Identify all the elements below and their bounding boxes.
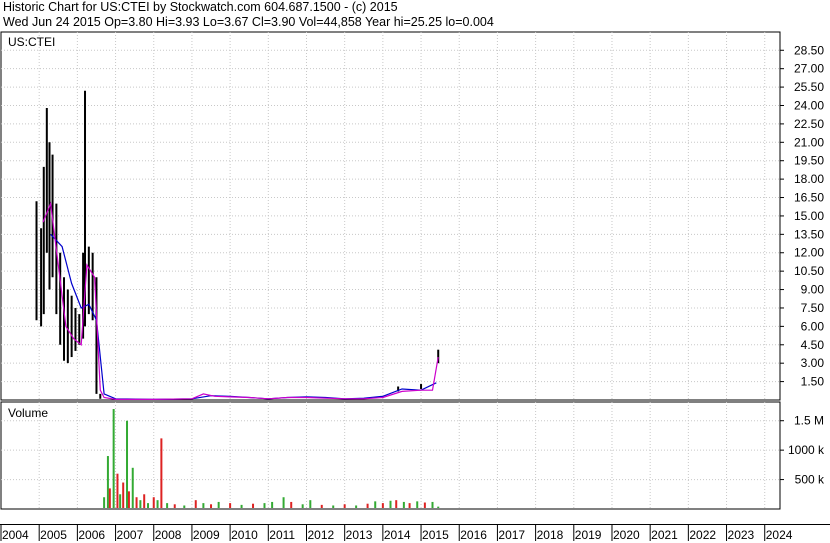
- price-y-tick-label: 22.50: [794, 117, 824, 131]
- price-panel-label: US:CTEI: [8, 35, 55, 49]
- price-y-tick-label: 12.00: [794, 246, 824, 260]
- x-tick-label: 2010: [231, 528, 258, 542]
- x-tick-label: 2009: [193, 528, 220, 542]
- price-y-tick-label: 24.00: [794, 98, 824, 112]
- volume-y-tick-label: 500 k: [795, 473, 825, 487]
- x-tick-label: 2023: [728, 528, 755, 542]
- x-tick-label: 2004: [2, 528, 29, 542]
- volume-y-tick-label: 1.5 M: [794, 414, 824, 428]
- price-y-tick-label: 3.00: [801, 356, 825, 370]
- price-panel-frame: [0, 31, 781, 401]
- x-tick-label: 2007: [117, 528, 144, 542]
- x-tick-label: 2011: [269, 528, 295, 542]
- x-tick-label: 2005: [40, 528, 67, 542]
- x-tick-label: 2013: [346, 528, 373, 542]
- x-tick-label: 2017: [498, 528, 525, 542]
- price-y-tick-label: 28.50: [794, 43, 824, 57]
- x-tick-label: 2014: [384, 528, 411, 542]
- x-tick-label: 2016: [460, 528, 487, 542]
- x-tick-label: 2021: [651, 528, 678, 542]
- volume-panel-label: Volume: [8, 406, 48, 420]
- x-tick-label: 2022: [689, 528, 716, 542]
- price-y-tick-label: 1.50: [801, 375, 825, 389]
- x-tick-label: 2018: [537, 528, 564, 542]
- volume-y-tick-label: 1000 k: [788, 443, 825, 457]
- historic-chart: 2004 2005 2006 2007 2008 2009 2010 2011 2012 2013…: [0, 31, 830, 542]
- price-y-tick-label: 15.00: [794, 209, 824, 223]
- price-y-tick-label: 18.00: [794, 172, 824, 186]
- x-tick-label: 2012: [307, 528, 334, 542]
- x-tick-label: 2024: [766, 528, 793, 542]
- x-tick-label: 2008: [155, 528, 182, 542]
- price-y-tick-label: 6.00: [801, 319, 825, 333]
- price-y-tick-label: 10.50: [794, 264, 824, 278]
- price-y-tick-label: 9.00: [801, 283, 825, 297]
- price-y-tick-label: 19.50: [794, 154, 824, 168]
- price-y-tick-label: 13.50: [794, 227, 824, 241]
- price-y-tick-label: 25.50: [794, 80, 824, 94]
- x-tick-label: 2019: [575, 528, 602, 542]
- x-tick-label: 2015: [422, 528, 449, 542]
- price-y-tick-label: 4.50: [801, 338, 825, 352]
- price-y-tick-label: 27.00: [794, 62, 824, 76]
- price-y-tick-label: 16.50: [794, 191, 824, 205]
- price-y-tick-label: 7.50: [801, 301, 825, 315]
- x-tick-label: 2006: [78, 528, 105, 542]
- price-y-tick-label: 21.00: [794, 135, 824, 149]
- x-tick-label: 2020: [613, 528, 640, 542]
